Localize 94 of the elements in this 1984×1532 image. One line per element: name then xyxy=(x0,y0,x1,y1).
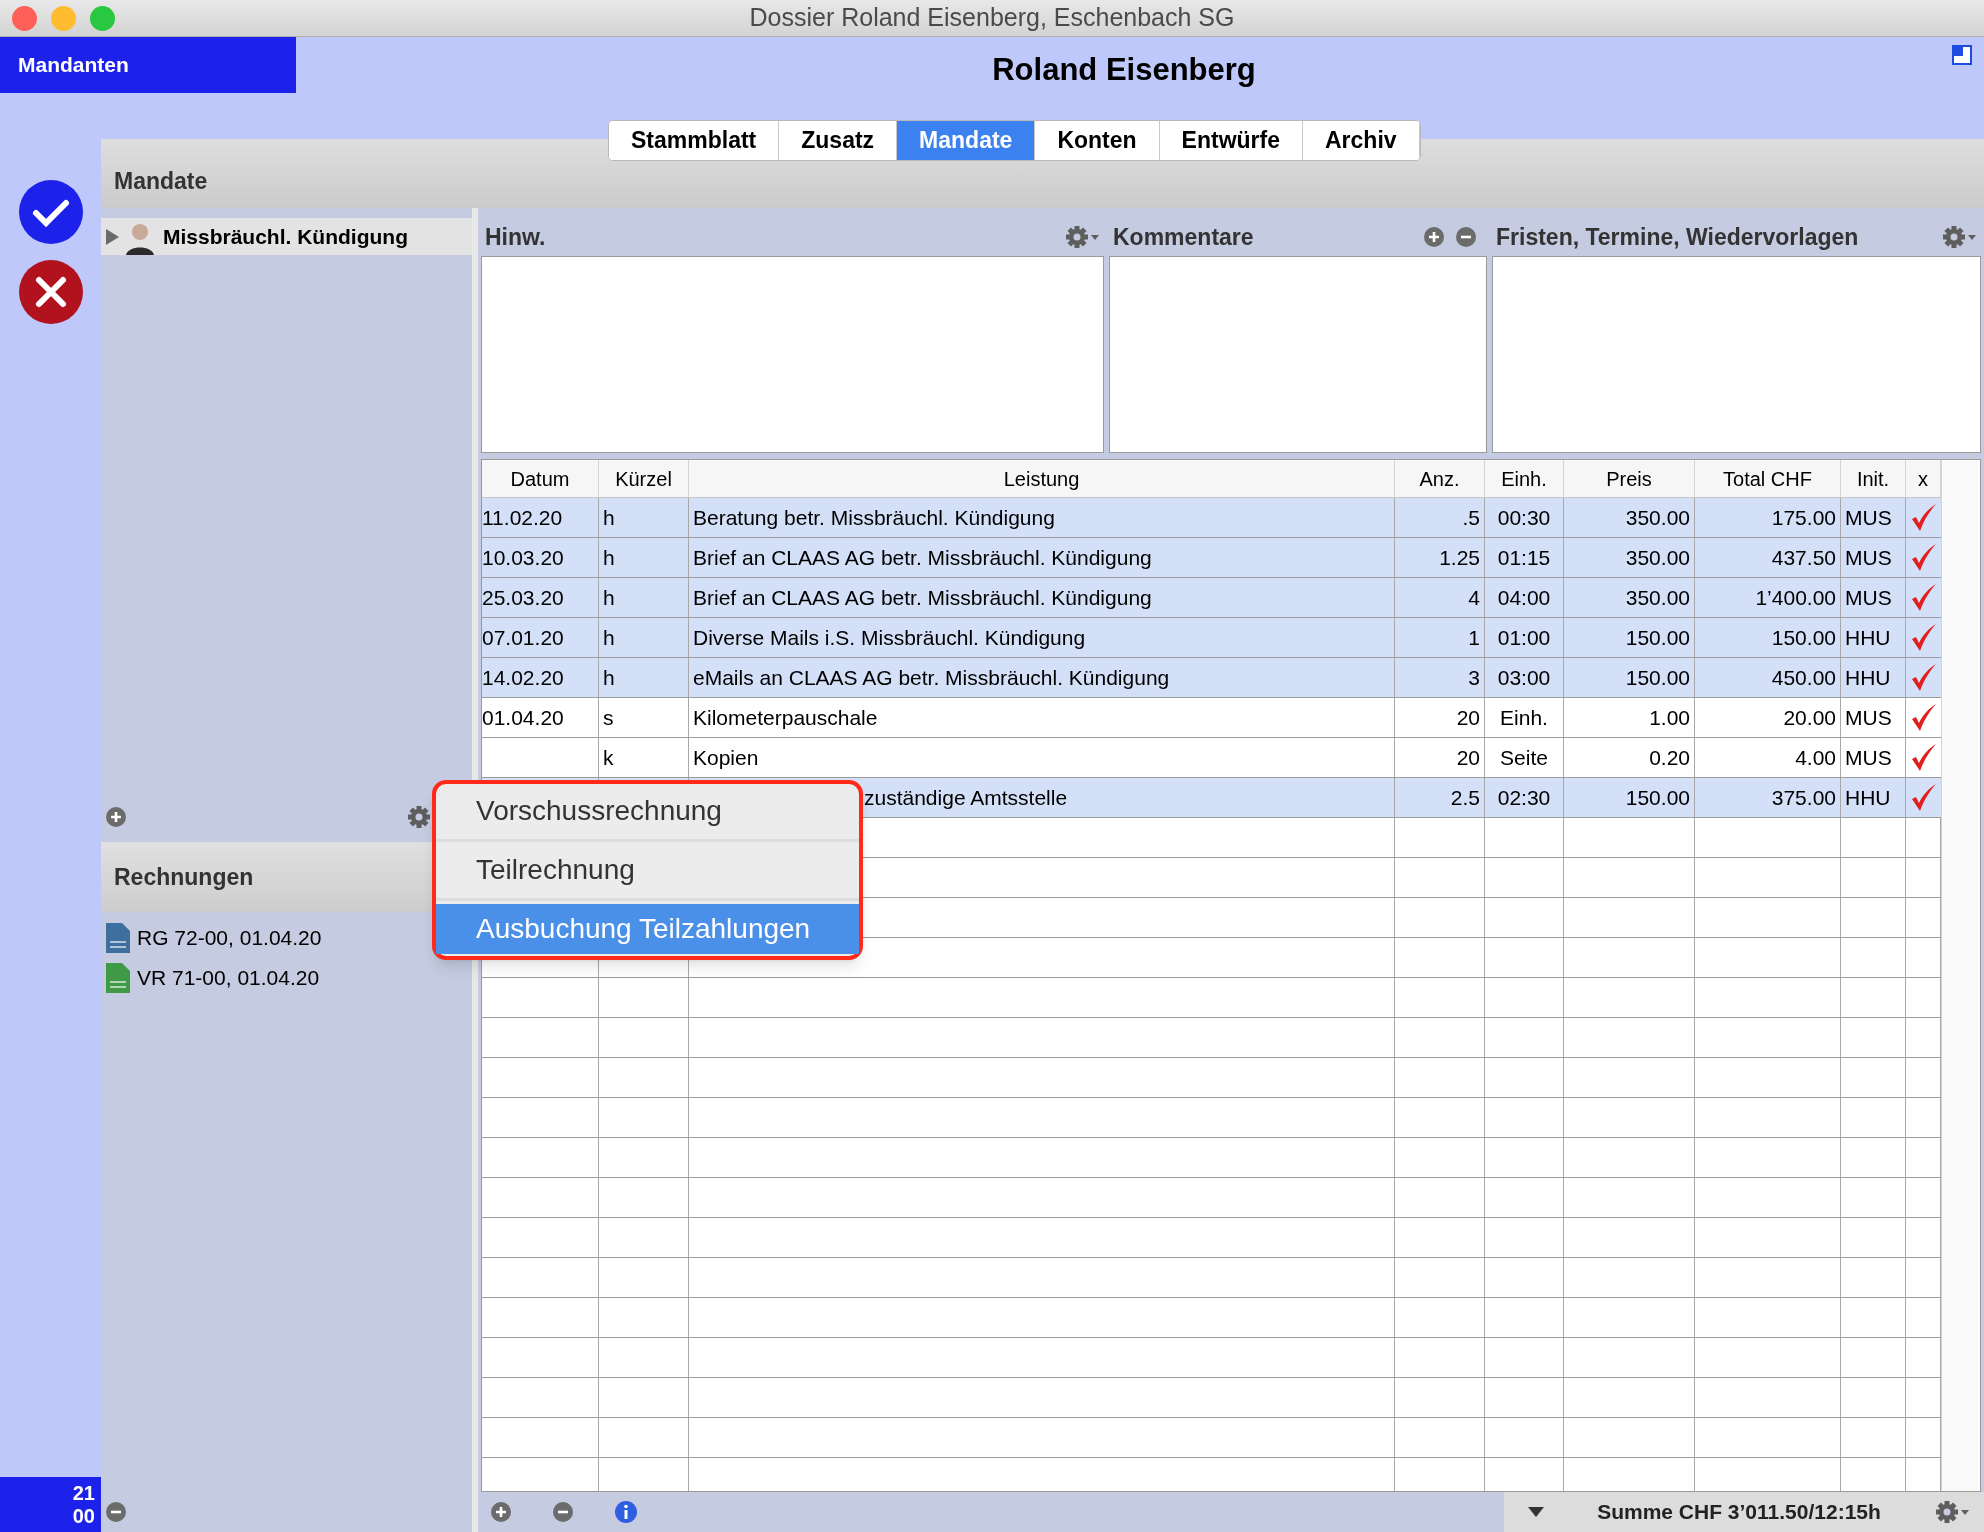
table-cell-text: 150.00 xyxy=(1625,784,1690,811)
table-row[interactable]: 01.04.20 s Kilometerpauschale 20 Einh. 1.00 20.00 MUS xyxy=(482,698,1941,738)
counter-top: 21 xyxy=(72,1481,95,1505)
table-cell-text: h xyxy=(603,664,615,691)
table-cell-text: eMails an CLAAS AG betr. Missbräuchl. Kündigung xyxy=(693,664,1170,691)
section-title: Rechnungen xyxy=(114,862,254,892)
column-header[interactable]: Datum xyxy=(482,460,599,497)
column-header[interactable]: Leistung xyxy=(689,460,1395,497)
table-cell-text: Beratung betr. Missbräuchl. Kündigung xyxy=(693,504,1055,531)
table-cell-text: .5 xyxy=(1462,504,1480,531)
panel-title: Kommentare xyxy=(1113,222,1254,252)
table-cell-text: Brief an CLAAS AG betr. Missbräuchl. Kündigung xyxy=(693,584,1152,611)
table-cell-text: 3 xyxy=(1468,664,1480,691)
table-cell-text: Diverse Mails i.S. Missbräuchl. Kündigung xyxy=(693,624,1086,651)
tab[interactable]: Mandate xyxy=(897,121,1036,160)
table-cell-text: HHU xyxy=(1845,664,1891,691)
table-cell-text: MUS xyxy=(1845,704,1892,731)
table-cell-text: 4.00 xyxy=(1795,744,1836,771)
mandate-item[interactable]: Missbräuchl. Kündigung xyxy=(101,218,472,255)
table-cell-text: 01.04.20 xyxy=(482,704,564,731)
table-cell-text: 01:00 xyxy=(1497,624,1551,651)
table-cell-text: 437.50 xyxy=(1771,544,1836,571)
table-row[interactable]: 11.02.20 h Beratung betr. Missbräuchl. Kündigung .5 00:30 350.00 175.00 MUS xyxy=(482,498,1941,538)
table-cell-text: h xyxy=(603,624,615,651)
table-cell-text: 01:15 xyxy=(1497,544,1551,571)
table-cell-text: h xyxy=(603,584,615,611)
invoice-label[interactable]: VR 71-00, 01.04.20 xyxy=(137,962,320,994)
column-header[interactable]: Preis xyxy=(1564,460,1695,497)
table-cell-text: HHU xyxy=(1845,624,1891,651)
table-cell-text: 375.00 xyxy=(1771,784,1836,811)
window-title: Dossier Roland Eisenberg, Eschenbach SG xyxy=(749,2,1235,34)
table-cell-text: 0.20 xyxy=(1649,744,1690,771)
table-cell-text: 1.00 xyxy=(1649,704,1690,731)
client-name: Roland Eisenberg xyxy=(992,51,1256,89)
menu-item[interactable]: Teilrechnung xyxy=(436,845,859,895)
table-cell-text: 14.02.20 xyxy=(482,664,564,691)
panel-title: Fristen, Termine, Wiedervorlagen xyxy=(1496,222,1859,252)
panel-title: Hinw. xyxy=(485,222,546,252)
table-cell-text: 1’400.00 xyxy=(1755,584,1836,611)
table-cell-text: h xyxy=(603,504,615,531)
column-header[interactable]: Init. xyxy=(1841,460,1906,497)
table-cell-text: s xyxy=(603,704,614,731)
table-cell-text: 150.00 xyxy=(1771,624,1836,651)
table-cell-text: Kopien xyxy=(693,744,759,771)
table-cell-text: 1 xyxy=(1468,624,1480,651)
nav-label[interactable]: Mandanten xyxy=(0,37,296,93)
column-header[interactable]: Total CHF xyxy=(1695,460,1841,497)
table-cell-text: 11.02.20 xyxy=(482,504,563,531)
table-cell-text: Seite xyxy=(1500,744,1548,771)
invoice-label[interactable]: RG 72-00, 01.04.20 xyxy=(137,922,322,954)
table-cell-text: Kilometerpauschale xyxy=(693,704,878,731)
table-cell-text: 04:00 xyxy=(1497,584,1551,611)
table-cell-text: 20 xyxy=(1456,704,1480,731)
table-cell-text: MUS xyxy=(1845,744,1892,771)
table-row[interactable]: 14.02.20 h eMails an CLAAS AG betr. Missbräuchl. Kündigung 3 03:00 150.00 450.00 HHU xyxy=(482,658,1941,698)
table-cell-text: 20.00 xyxy=(1783,704,1836,731)
table-row[interactable]: 25.03.20 h Brief an CLAAS AG betr. Missbräuchl. Kündigung 4 04:00 350.00 1’400.00 MUS xyxy=(482,578,1941,618)
table-cell-text: 03:00 xyxy=(1497,664,1551,691)
section-title: Mandate xyxy=(114,166,208,196)
mandate-label: Missbräuchl. Kündigung xyxy=(163,223,408,250)
table-cell-text: 02:30 xyxy=(1497,784,1551,811)
column-header[interactable]: Kürzel xyxy=(599,460,689,497)
column-header[interactable]: Anz. xyxy=(1395,460,1485,497)
table-cell-text: 350.00 xyxy=(1625,584,1690,611)
table-cell-text: HHU xyxy=(1845,784,1891,811)
sum-label: Summe CHF 3’011.50/12:15h xyxy=(1596,1499,1882,1526)
table-cell-text: 25.03.20 xyxy=(482,584,564,611)
table-cell-text: MUS xyxy=(1845,584,1892,611)
table-cell-text: 450.00 xyxy=(1771,664,1836,691)
table-cell-text: 20 xyxy=(1456,744,1480,771)
counter-bottom: 00 xyxy=(72,1504,95,1528)
table-cell-text: 00:30 xyxy=(1497,504,1551,531)
table-cell-text: 175.00 xyxy=(1771,504,1836,531)
table-cell-text: 1.25 xyxy=(1439,544,1480,571)
table-row[interactable]: k Kopien 20 Seite 0.20 4.00 MUS xyxy=(482,738,1941,778)
table-cell-text: 10.03.20 xyxy=(482,544,564,571)
table-cell-text: zuständige Amtsstelle xyxy=(864,784,1068,811)
table-cell-text: Brief an CLAAS AG betr. Missbräuchl. Kündigung xyxy=(693,544,1152,571)
table-cell-text: k xyxy=(603,744,614,771)
table-cell-text: MUS xyxy=(1845,544,1892,571)
table-cell-text: 07.01.20 xyxy=(482,624,564,651)
table-cell-text: 350.00 xyxy=(1625,544,1690,571)
table-cell-text: 150.00 xyxy=(1625,624,1690,651)
table-cell-text: 4 xyxy=(1468,584,1480,611)
column-header[interactable]: Einh. xyxy=(1485,460,1564,497)
tab[interactable]: Stammblatt xyxy=(609,121,780,160)
table-cell-text: 350.00 xyxy=(1625,504,1690,531)
table-cell-text: 2.5 xyxy=(1450,784,1480,811)
table-row[interactable]: 10.03.20 h Brief an CLAAS AG betr. Missbräuchl. Kündigung 1.25 01:15 350.00 437.50 MUS xyxy=(482,538,1941,578)
table-row[interactable]: 07.01.20 h Diverse Mails i.S. Missbräuchl. Kündigung 1 01:00 150.00 150.00 HHU xyxy=(482,618,1941,658)
table-cell-text: MUS xyxy=(1845,504,1892,531)
table-cell-text: h xyxy=(603,544,615,571)
table-cell-text: Einh. xyxy=(1500,704,1548,731)
table-cell-text: 150.00 xyxy=(1625,664,1690,691)
